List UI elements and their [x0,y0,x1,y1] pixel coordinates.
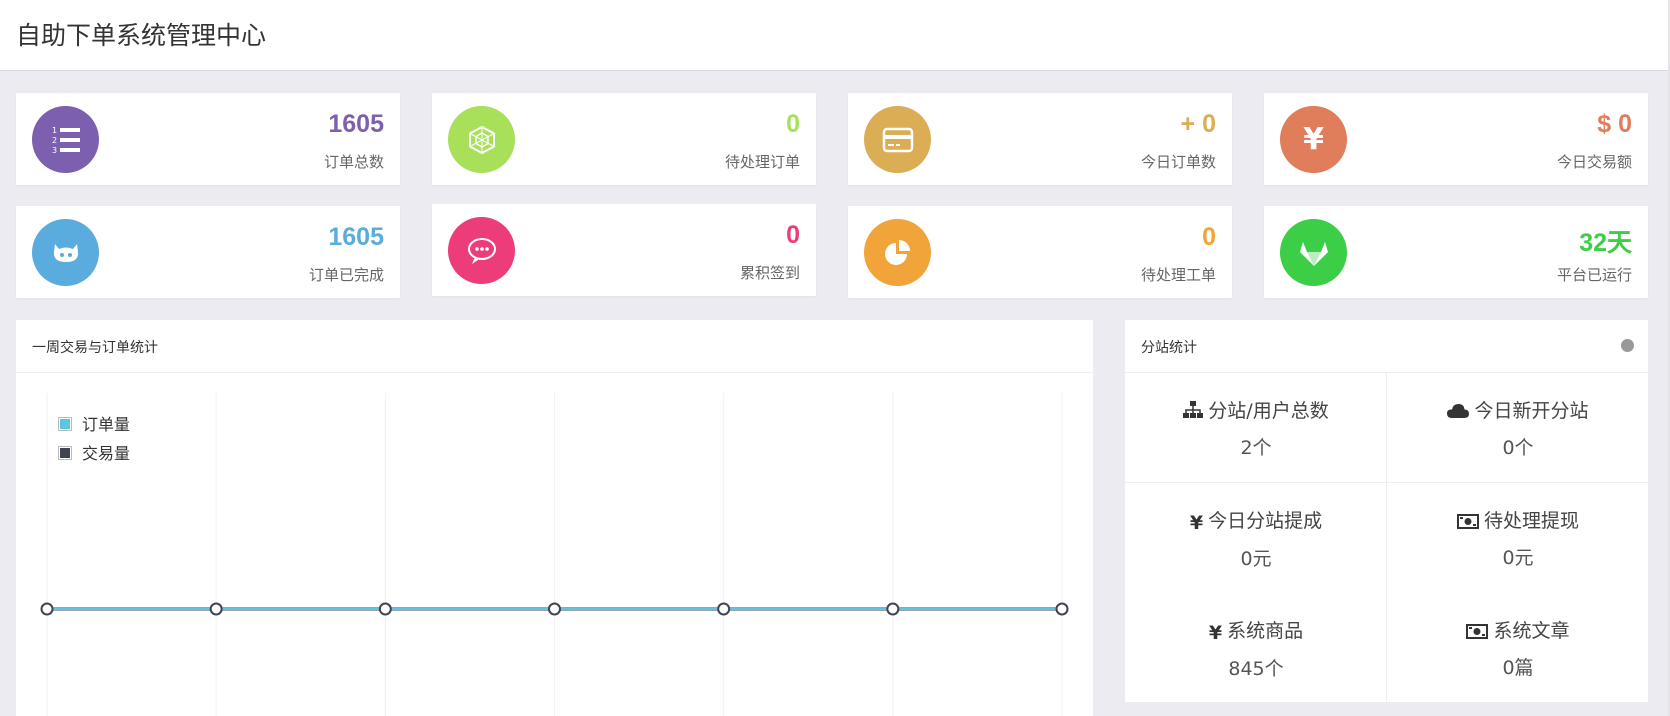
stat-label: 待处理提现 [1483,510,1579,532]
card-pending-tickets: 0 待处理工单 [848,206,1232,298]
stat-substation-commission: ¥ 今日分站提成 0元 [1125,506,1387,571]
svg-text:1: 1 [52,126,57,135]
card-value: 0 [786,110,800,138]
card-value: 32天 [1579,229,1632,257]
chat-bubble-icon [448,217,515,284]
card-total-orders: 1 2 3 1605 订单总数 [16,93,400,185]
weekly-line-chart [40,393,1069,716]
card-label: 今日交易额 [1556,153,1632,171]
stat-label: 系统文章 [1493,620,1570,642]
panel-title: 分站统计 [1141,340,1197,356]
card-value: 1605 [328,223,384,251]
cloud-icon [1447,404,1470,418]
svg-text:2: 2 [52,136,57,145]
card-value: 0 [1202,223,1216,251]
card-label: 待处理工单 [1140,266,1216,284]
card-value: 0 [786,221,800,249]
card-label: 订单总数 [323,153,384,171]
data-point[interactable] [548,602,561,616]
legend-item-orders[interactable]: 订单量 [58,411,130,435]
stat-value: 2个 [1240,437,1272,459]
weekly-chart-panel: 一周交易与订单统计 订单量 交易量 [16,320,1093,716]
data-point[interactable] [717,602,731,616]
card-label: 订单已完成 [308,266,384,284]
card-label: 累积签到 [739,264,800,282]
github-icon [32,219,99,286]
yen-icon: ¥ [1280,106,1347,173]
card-today-orders: + 0 今日订单数 [848,93,1232,185]
data-point[interactable] [378,602,392,616]
stat-label: 分站/用户总数 [1208,400,1329,422]
legend-label: 交易量 [82,444,131,463]
yen-sign-icon: ¥ [1208,622,1223,644]
stat-value: 0个 [1502,437,1534,459]
data-point[interactable] [209,602,223,616]
card-label: 待处理订单 [724,153,800,171]
legend-label: 订单量 [82,415,131,434]
card-today-revenue: ¥ $ 0 今日交易额 [1264,93,1648,185]
card-orders-completed: 1605 订单已完成 [16,206,400,298]
money-bill-icon [1456,514,1479,529]
stat-value: 0元 [1502,547,1534,569]
stat-pending-withdrawals: 待处理提现 0元 [1387,506,1649,570]
card-platform-uptime: 32天 平台已运行 [1264,206,1648,298]
pie-chart-icon [864,219,931,286]
data-point[interactable] [1055,602,1069,616]
stat-system-products: ¥ 系统商品 845个 [1125,616,1387,681]
gitlab-icon [1280,219,1347,286]
card-value: $ 0 [1597,110,1632,138]
panel-header: 一周交易与订单统计 [16,320,1093,373]
card-label: 今日订单数 [1140,153,1216,171]
substation-stats-panel: 分站统计 分站/用户总数 2个 今日新开分站 0个 ¥ 今日分站提成 0元 待处… [1125,320,1648,702]
legend-item-revenue[interactable]: 交易量 [58,440,130,464]
stat-value: 0篇 [1502,657,1534,679]
data-point[interactable] [886,602,900,616]
divider [1125,482,1648,483]
data-point[interactable] [40,602,54,616]
panel-toggle-dot[interactable] [1621,339,1634,352]
card-value: 1605 [328,110,384,138]
stat-value: 845个 [1228,658,1284,680]
credit-card-icon [864,106,931,173]
money-bill-icon [1466,624,1489,639]
stat-total-users: 分站/用户总数 2个 [1125,396,1387,460]
stat-new-substations: 今日新开分站 0个 [1387,396,1649,460]
stat-label: 今日新开分站 [1474,400,1589,422]
hexagon-icon [448,106,515,173]
card-value: + 0 [1180,110,1216,138]
svg-text:3: 3 [52,146,57,155]
panel-title: 一周交易与订单统计 [32,340,158,356]
yen-sign-icon: ¥ [1189,512,1204,534]
ordered-list-icon: 1 2 3 [32,106,99,173]
card-label: 平台已运行 [1556,266,1632,284]
card-pending-orders: 0 待处理订单 [432,93,816,185]
legend-swatch [58,417,72,431]
card-checkins: 0 累积签到 [432,204,816,296]
top-header: 自助下单系统管理中心 [0,0,1668,71]
stat-value: 0元 [1240,548,1272,570]
stat-system-articles: 系统文章 0篇 [1387,616,1649,680]
stat-label: 今日分站提成 [1208,510,1323,532]
panel-header: 分站统计 [1125,320,1648,373]
page-title: 自助下单系统管理中心 [16,21,267,50]
stat-label: 系统商品 [1227,620,1304,642]
legend-swatch [58,446,72,460]
sitemap-icon [1183,401,1204,418]
